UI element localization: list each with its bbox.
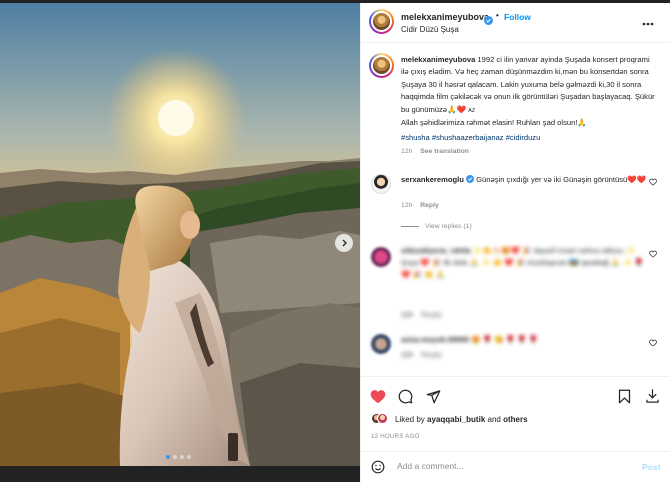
caption-avatar[interactable] — [369, 53, 394, 78]
follow-button[interactable]: Follow — [504, 12, 531, 22]
carousel-dot — [166, 455, 170, 459]
caption-meta: 12h See translation — [401, 148, 469, 155]
author-username[interactable]: melekxanimeyubova — [401, 12, 489, 22]
liked-prefix: Liked by — [395, 415, 425, 424]
comment-icon[interactable] — [398, 389, 413, 409]
caption-time: 12h — [401, 148, 413, 155]
comment-time: 11h — [401, 310, 414, 319]
comment-username[interactable]: serxankeremoglu — [401, 175, 464, 184]
comment-meta: 11h Reply — [401, 309, 442, 321]
comment-username[interactable]: ulduzaliyeva_rahila — [401, 246, 471, 255]
smile-icon[interactable] — [371, 460, 385, 479]
replies-line — [401, 226, 419, 227]
comment-like-icon[interactable] — [649, 339, 657, 349]
post-actions: Liked by ayaqqabi_butik and others 12 HO… — [361, 376, 670, 462]
commenter-avatar[interactable] — [371, 174, 391, 194]
comment-meta: 11h Reply — [401, 349, 442, 361]
liked-others-link[interactable]: others — [503, 415, 527, 424]
chevron-right-icon — [340, 239, 348, 247]
bookmark-icon[interactable] — [618, 389, 631, 409]
comment-like-icon[interactable] — [649, 250, 657, 260]
comment: serxankeremoglu Günəşin çıxdığı yer və i… — [401, 174, 649, 186]
post-comment-button[interactable]: Post — [642, 462, 660, 472]
caption: melekxanimeyubova 1992 ci ilin yanvar ay… — [401, 54, 656, 129]
carousel-dot — [187, 455, 191, 459]
view-replies-button[interactable]: View replies (1) — [401, 223, 472, 230]
next-photo-button[interactable] — [335, 234, 353, 252]
liked-user-link[interactable]: ayaqqabi_butik — [427, 415, 485, 424]
liked-suffix: and — [487, 415, 501, 424]
add-comment-input[interactable] — [397, 461, 617, 471]
bottom-border — [0, 466, 360, 482]
more-horizontal-icon[interactable] — [642, 15, 654, 29]
caption-hashtags[interactable]: #shusha #shushaazerbaijanaz #cidirduzu — [401, 133, 540, 142]
post-detail-panel: melekxanimeyubova • Follow Cidir Düzü Şu… — [360, 3, 670, 482]
post-time[interactable]: 12 HOURS AGO — [371, 433, 419, 440]
comment-time: 11h — [401, 350, 414, 359]
comment: ulduzaliyeva_rahila ✨👏👏🏻😍❤️ 🎉 dəyərli in… — [401, 245, 645, 281]
liked-by: Liked by ayaqqabi_butik and others — [395, 415, 528, 424]
post-location[interactable]: Cidir Düzü Şuşa — [401, 25, 459, 34]
commenter-avatar[interactable] — [371, 334, 391, 354]
verified-icon — [466, 175, 475, 184]
comment: aziza.meyob.99999 😍 🌹 😘 🌹 🌹 🌹 — [401, 334, 645, 346]
caption-text-tail: Allah şəhidlərimiza rəhmət elasin! Ruhla… — [401, 118, 587, 128]
post-header: melekxanimeyubova • Follow Cidir Düzü Şu… — [361, 3, 670, 43]
carousel-dot — [180, 455, 184, 459]
liker-avatar[interactable] — [377, 413, 388, 424]
comment-text: Günəşin çıxdığı yer və iki Günəşin görün… — [476, 175, 647, 184]
view-replies-label: View replies (1) — [425, 223, 472, 230]
caption-username[interactable]: melekxanimeyubova — [401, 55, 475, 64]
comment-time: 12h — [401, 202, 413, 209]
comments-list[interactable]: melekxanimeyubova 1992 ci ilin yanvar ay… — [361, 43, 670, 376]
download-icon[interactable] — [645, 388, 660, 409]
comment-text: 😍 🌹 😘 🌹 🌹 🌹 — [471, 335, 539, 344]
header-separator: • — [496, 11, 499, 20]
reply-button[interactable]: Reply — [421, 350, 442, 359]
see-translation-link[interactable]: See translation — [420, 148, 469, 155]
add-comment-bar: Post — [361, 451, 670, 482]
carousel-dot — [173, 455, 177, 459]
reply-button[interactable]: Reply — [421, 310, 442, 319]
comment-like-icon[interactable] — [649, 178, 657, 188]
carousel-dots — [166, 455, 191, 459]
comment-username[interactable]: aziza.meyob.99999 — [401, 335, 469, 344]
commenter-avatar[interactable] — [371, 247, 391, 267]
caption-flag: AZ — [468, 107, 476, 114]
post-photo[interactable] — [0, 3, 360, 466]
reply-button[interactable]: Reply — [420, 202, 439, 209]
app-frame: melekxanimeyubova • Follow Cidir Düzü Şu… — [0, 0, 670, 482]
comment-meta: 12h Reply — [401, 202, 439, 209]
verified-icon — [484, 12, 493, 30]
photo-scene — [0, 3, 360, 466]
send-icon[interactable] — [426, 389, 441, 409]
heart-filled-icon[interactable] — [370, 389, 386, 409]
author-avatar[interactable] — [369, 9, 394, 34]
